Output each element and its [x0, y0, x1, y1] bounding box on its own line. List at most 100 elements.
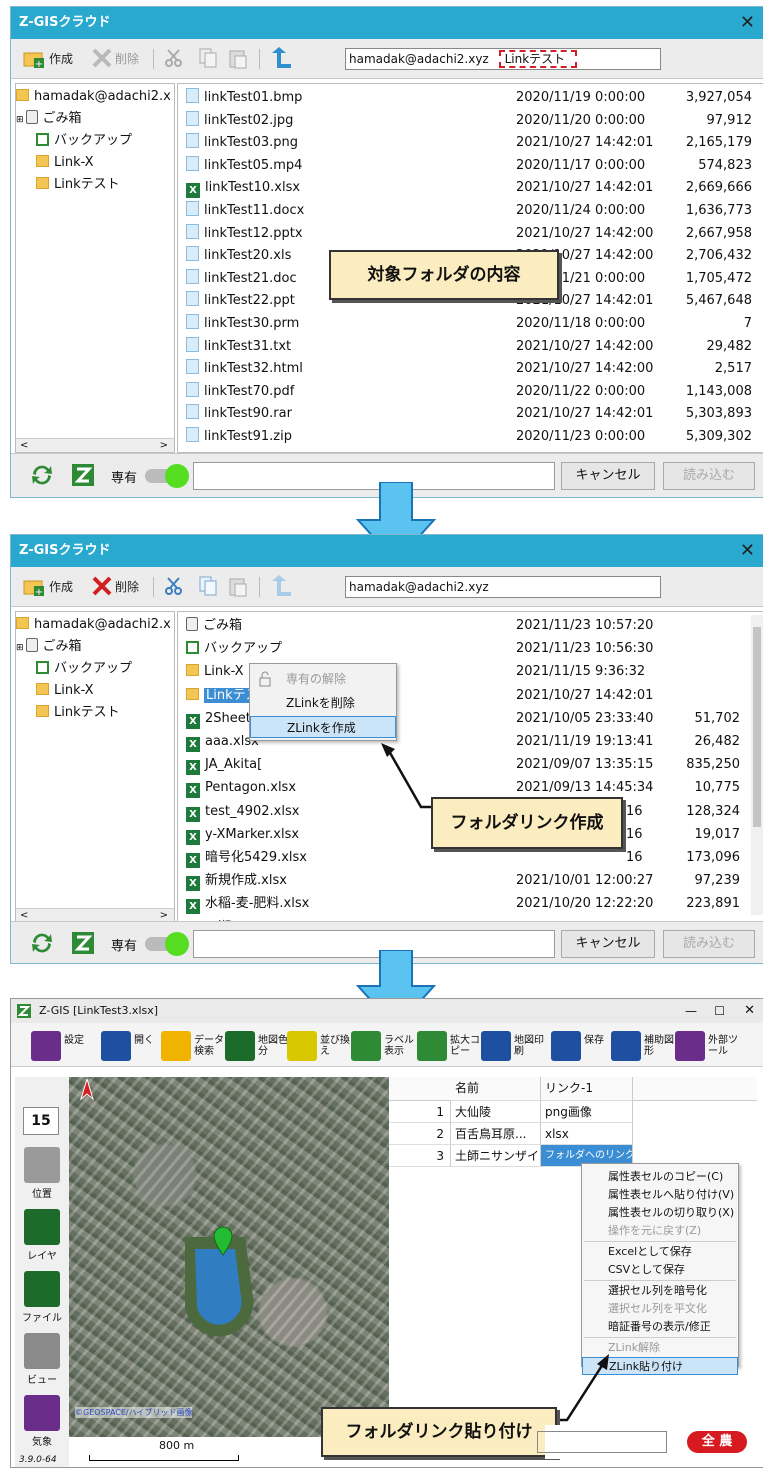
delete-icon[interactable] — [91, 47, 113, 69]
scroll-thumb[interactable] — [753, 627, 761, 827]
side-button-weather[interactable]: 気象 — [21, 1395, 63, 1448]
settings-button[interactable]: 設定 — [31, 1029, 95, 1063]
external-tool-button[interactable]: 外部ツール — [675, 1029, 739, 1063]
tree-item-root[interactable]: hamadak@adachi2.x — [16, 614, 171, 636]
paste-icon[interactable] — [227, 47, 249, 69]
file-row[interactable]: linkTest32.html 2021/10/27 14:42:00 2,517 — [178, 357, 763, 380]
menu-item-decrypt-columns[interactable]: 選択セル列を平文化 — [582, 1300, 738, 1318]
cancel-button[interactable]: キャンセル — [561, 462, 655, 490]
menu-item-copy-cell[interactable]: 属性表セルのコピー(C) — [582, 1168, 738, 1186]
menu-item-pin-edit[interactable]: 暗証番号の表示/修正 — [582, 1318, 738, 1336]
file-row[interactable]: linkTest70.pdf 2020/11/22 0:00:00 1,143,00… — [178, 380, 763, 403]
owner-toggle[interactable] — [145, 464, 189, 488]
create-folder-icon[interactable]: + — [23, 47, 45, 69]
create-folder-icon[interactable]: + — [23, 575, 45, 597]
map-pin-icon[interactable] — [213, 1227, 233, 1257]
data-search-button[interactable]: データ検索 — [161, 1029, 225, 1063]
cell-link[interactable]: xlsx — [541, 1123, 633, 1145]
menu-item-cut-cell[interactable]: 属性表セルの切り取り(X) — [582, 1204, 738, 1222]
map-color-button[interactable]: 地図色分 — [225, 1029, 289, 1063]
side-button-view[interactable]: ビュー — [21, 1333, 63, 1386]
tree-item-link-x[interactable]: Link-X — [36, 680, 94, 702]
minimize-icon[interactable]: — — [685, 999, 697, 1023]
expand-icon[interactable]: ⊞ — [16, 643, 24, 653]
cancel-button[interactable]: キャンセル — [561, 930, 655, 958]
cell-name[interactable]: 百舌鳥耳原... — [451, 1123, 541, 1145]
create-label[interactable]: 作成 — [49, 47, 73, 71]
file-row[interactable]: X Pentagon.xlsx 2021/09/13 14:45:34 10,775 — [178, 776, 763, 799]
file-row[interactable]: ごみ箱 2021/11/23 10:57:20 — [178, 614, 763, 637]
tree-item-link-test[interactable]: Linkテスト — [36, 174, 120, 196]
table-row[interactable]: 2 百舌鳥耳原... xlsx — [389, 1123, 757, 1145]
side-button-layer[interactable]: レイヤ — [21, 1209, 63, 1262]
tree-item-trash[interactable]: ⊞ ごみ箱 — [16, 108, 82, 130]
sync-icon[interactable] — [29, 930, 55, 956]
tree-item-link-test[interactable]: Linkテスト — [36, 702, 120, 724]
paste-icon[interactable] — [227, 575, 249, 597]
create-label[interactable]: 作成 — [49, 575, 73, 599]
tree-scrollbar[interactable]: < > — [16, 438, 174, 452]
file-row[interactable]: linkTest11.docx 2020/11/24 0:00:00 1,636,7… — [178, 199, 763, 222]
zgis-logo-icon[interactable] — [71, 931, 95, 955]
file-row[interactable]: linkTest03.png 2021/10/27 14:42:01 2,165,1… — [178, 131, 763, 154]
tree-item-trash[interactable]: ⊞ ごみ箱 — [16, 636, 82, 658]
maximize-icon[interactable]: ☐ — [714, 999, 725, 1023]
copy-icon[interactable] — [197, 47, 219, 69]
cell-name[interactable]: 大仙陵 — [451, 1101, 541, 1123]
path-field[interactable]: hamadak@adachi2.xyz — [345, 576, 661, 598]
file-row[interactable]: X 新規作成.xlsx 2021/10/01 12:00:27 97,239 — [178, 869, 763, 892]
up-folder-icon[interactable] — [267, 575, 293, 597]
file-row[interactable]: X JA_Akita[2021/09/07 13:35:15 835,250 — [178, 753, 763, 776]
up-folder-icon[interactable] — [267, 47, 293, 69]
load-button[interactable]: 読み込む — [663, 462, 755, 490]
close-icon[interactable]: ✕ — [740, 535, 755, 567]
zgis-logo-icon[interactable] — [71, 463, 95, 487]
tree-item-root[interactable]: hamadak@adachi2.x — [16, 86, 171, 108]
menu-item-save-excel[interactable]: Excelとして保存 — [582, 1243, 738, 1261]
save-button[interactable]: 保存 — [551, 1029, 615, 1063]
cell-name[interactable]: 土師ニサンザイ — [451, 1145, 541, 1167]
file-row[interactable]: linkTest02.jpg 2020/11/20 0:00:00 97,912 — [178, 109, 763, 132]
menu-item-encrypt-columns[interactable]: 選択セル列を暗号化 — [582, 1282, 738, 1300]
file-row[interactable]: バックアップ 2021/11/23 10:56:30 — [178, 637, 763, 660]
column-header-link[interactable]: リンク-1 — [541, 1077, 633, 1101]
map-print-button[interactable]: 地図印刷 — [481, 1029, 545, 1063]
side-button-location[interactable]: 位置 — [21, 1147, 63, 1200]
cell-link[interactable]: png画像 — [541, 1101, 633, 1123]
delete-label[interactable]: 削除 — [115, 575, 139, 599]
menu-item-delete-zlink[interactable]: ZLinkを削除 — [250, 692, 396, 714]
file-row[interactable]: X 暗号化5429.xlsx 16 173,096 — [178, 846, 763, 869]
open-button[interactable]: 開く — [101, 1029, 165, 1063]
delete-icon[interactable] — [91, 575, 113, 597]
file-row[interactable]: XlinkTest10.xlsx 2021/10/27 14:42:01 2,669… — [178, 176, 763, 199]
zoom-level[interactable]: 15 — [23, 1107, 59, 1135]
sort-button[interactable]: 並び換え — [287, 1029, 351, 1063]
file-row[interactable]: X 水稲-麦-肥料.xlsx 2021/10/20 12:22:20 223,891 — [178, 892, 763, 915]
tree-item-link-x[interactable]: Link-X — [36, 152, 94, 174]
cut-icon[interactable] — [163, 575, 185, 597]
sync-icon[interactable] — [29, 462, 55, 488]
tree-scrollbar[interactable]: < > — [16, 908, 174, 922]
close-icon[interactable]: ✕ — [744, 999, 755, 1023]
owner-toggle[interactable] — [145, 932, 189, 956]
side-button-file[interactable]: ファイル — [21, 1271, 63, 1324]
scroll-right-icon[interactable]: > — [160, 439, 168, 452]
status-field[interactable] — [537, 1431, 667, 1453]
scroll-left-icon[interactable]: < — [20, 439, 28, 452]
file-row[interactable]: linkTest91.zip 2020/11/23 0:00:00 5,309,30… — [178, 425, 763, 448]
cut-icon[interactable] — [163, 47, 185, 69]
aux-shapes-button[interactable]: 補助図形 — [611, 1029, 675, 1063]
vertical-scrollbar[interactable] — [751, 615, 763, 915]
menu-item-create-zlink[interactable]: ZLinkを作成 — [250, 716, 396, 738]
file-row[interactable]: linkTest30.prm 2020/11/18 0:00:00 7 — [178, 312, 763, 335]
tree-item-backup[interactable]: バックアップ — [36, 658, 132, 680]
menu-item-paste-cell[interactable]: 属性表セルへ貼り付け(V) — [582, 1186, 738, 1204]
path-field[interactable]: hamadak@adachi2.xyz Linkテスト — [345, 48, 661, 70]
menu-item-undo[interactable]: 操作を元に戻す(Z) — [582, 1222, 738, 1240]
load-button[interactable]: 読み込む — [663, 930, 755, 958]
zoom-copy-button[interactable]: 拡大コピー — [417, 1029, 481, 1063]
delete-label[interactable]: 削除 — [115, 47, 139, 71]
file-row[interactable]: linkTest90.rar 2021/10/27 14:42:01 5,303,8… — [178, 402, 763, 425]
file-row[interactable]: linkTest05.mp4 2020/11/17 0:00:00 574,823 — [178, 154, 763, 177]
column-header-name[interactable]: 名前 — [451, 1077, 541, 1101]
